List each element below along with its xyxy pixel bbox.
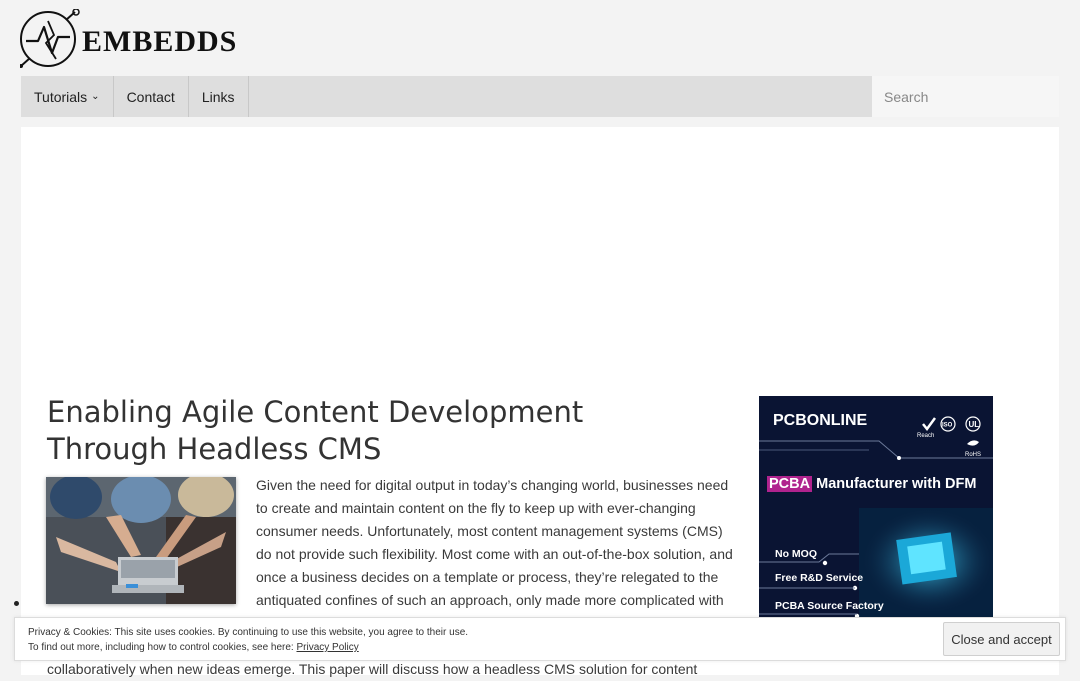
svg-text:RoHS: RoHS [965,452,981,458]
cookie-banner: Privacy & Cookies: This site uses cookie… [14,617,1066,661]
site-logo[interactable]: EMBEDDS [20,9,237,69]
cookie-text: Privacy & Cookies: This site uses cookie… [28,625,468,655]
cookie-line-1: Privacy & Cookies: This site uses cookie… [28,627,469,638]
nav-item-tutorials[interactable]: Tutorials ⌄ [21,76,114,117]
ad-headline-highlight: PCBA [767,476,813,492]
close-and-accept-button[interactable]: Close and accept [943,622,1060,656]
search-box [872,76,1067,117]
chevron-down-icon: ⌄ [91,91,100,102]
cookie-line-2: To find out more, including how to contr… [28,642,359,653]
search-input[interactable] [882,87,1067,106]
nav-item-label: Tutorials [34,88,88,105]
svg-text:Reach: Reach [917,433,934,439]
nav-item-contact[interactable]: Contact [114,76,189,117]
main-navigation: Tutorials ⌄ Contact Links [21,76,872,117]
article-body: Given the need for digital output in tod… [256,477,733,608]
ad-headline-rest: Manufacturer with DFM [812,476,977,492]
logo-text: EMBEDDS [82,25,238,58]
article-featured-image[interactable] [46,477,236,604]
nav-item-label: Links [201,88,235,105]
svg-text:UL: UL [969,420,980,429]
ad-feature: Free R&D Service [775,572,864,584]
certification-badges-icon: Reach ISO UL RoHS [917,416,981,458]
privacy-policy-link[interactable]: Privacy Policy [296,642,358,653]
ad-headline: PCBA Manufacturer with DFM [767,476,976,492]
article-title[interactable]: Enabling Agile Content Development Throu… [47,394,687,468]
logo-mark-icon [20,9,80,68]
ad-feature: PCBA Source Factory [775,600,884,612]
svg-text:ISO: ISO [942,423,953,429]
nav-item-label: Contact [126,88,175,105]
nav-item-links[interactable]: Links [189,76,249,117]
sidebar-advertisement[interactable]: PCBONLINE Reach ISO UL RoHS PCBA Manufac… [759,396,993,618]
list-bullet [14,601,19,606]
article-body-continued: collaboratively when new ideas emerge. T… [47,661,698,677]
ad-brand: PCBONLINE [773,412,868,429]
ad-feature: No MOQ [775,548,817,560]
